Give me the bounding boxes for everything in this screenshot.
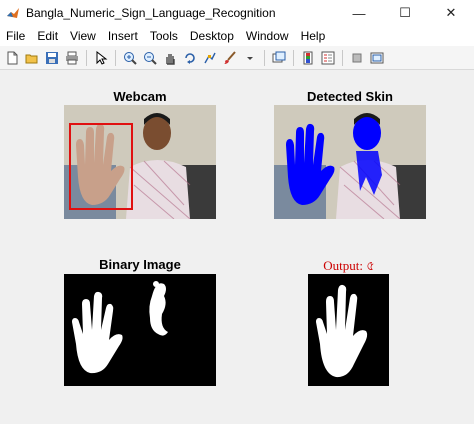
webcam-title: Webcam (113, 89, 167, 104)
toolbar-separator (293, 49, 294, 66)
toolbar-separator (115, 49, 116, 66)
menu-tools[interactable]: Tools (144, 29, 184, 43)
menu-desktop[interactable]: Desktop (184, 29, 240, 43)
close-button[interactable]: ✕ (428, 0, 474, 26)
menu-insert[interactable]: Insert (102, 29, 144, 43)
binary-image-title: Binary Image (99, 257, 181, 272)
matlab-logo-icon (6, 6, 20, 20)
insert-colorbar-icon[interactable] (299, 49, 317, 67)
menu-help[interactable]: Help (295, 29, 332, 43)
pan-icon[interactable] (161, 49, 179, 67)
menu-bar: File Edit View Insert Tools Desktop Wind… (0, 26, 474, 46)
zoom-out-icon[interactable] (141, 49, 159, 67)
save-icon[interactable] (43, 49, 61, 67)
open-file-icon[interactable] (23, 49, 41, 67)
output-digit: ৫ (366, 258, 375, 273)
menu-view[interactable]: View (64, 29, 102, 43)
show-plot-tools-icon[interactable] (368, 49, 386, 67)
data-cursor-icon[interactable] (201, 49, 219, 67)
window-titlebar[interactable]: Bangla_Numeric_Sign_Language_Recognition… (0, 0, 474, 27)
toolbar-separator (86, 49, 87, 66)
output-label: Output: (323, 258, 364, 273)
maximize-button[interactable]: ☐ (382, 0, 428, 26)
detected-skin-image (274, 105, 426, 219)
output-image (308, 274, 389, 386)
brush-icon[interactable] (221, 49, 239, 67)
menu-window[interactable]: Window (240, 29, 295, 43)
toolbar-separator (342, 49, 343, 66)
zoom-in-icon[interactable] (121, 49, 139, 67)
rotate-3d-icon[interactable] (181, 49, 199, 67)
menu-edit[interactable]: Edit (31, 29, 64, 43)
detected-skin-title: Detected Skin (307, 89, 393, 104)
toolbar-separator (264, 49, 265, 66)
print-icon[interactable] (63, 49, 81, 67)
hide-plot-tools-icon[interactable] (348, 49, 366, 67)
pointer-icon[interactable] (92, 49, 110, 67)
link-plot-icon[interactable] (270, 49, 288, 67)
menu-file[interactable]: File (0, 29, 31, 43)
figure-toolbar (0, 46, 474, 70)
figure-canvas: Webcam Detected Skin Binary Image Output… (0, 71, 474, 424)
minimize-button[interactable]: — (336, 0, 382, 26)
new-figure-icon[interactable] (3, 49, 21, 67)
webcam-image (64, 105, 216, 219)
window-title: Bangla_Numeric_Sign_Language_Recognition (26, 6, 276, 20)
binary-image (64, 274, 216, 386)
brush-dropdown-chevron-icon[interactable] (241, 49, 259, 67)
insert-legend-icon[interactable] (319, 49, 337, 67)
